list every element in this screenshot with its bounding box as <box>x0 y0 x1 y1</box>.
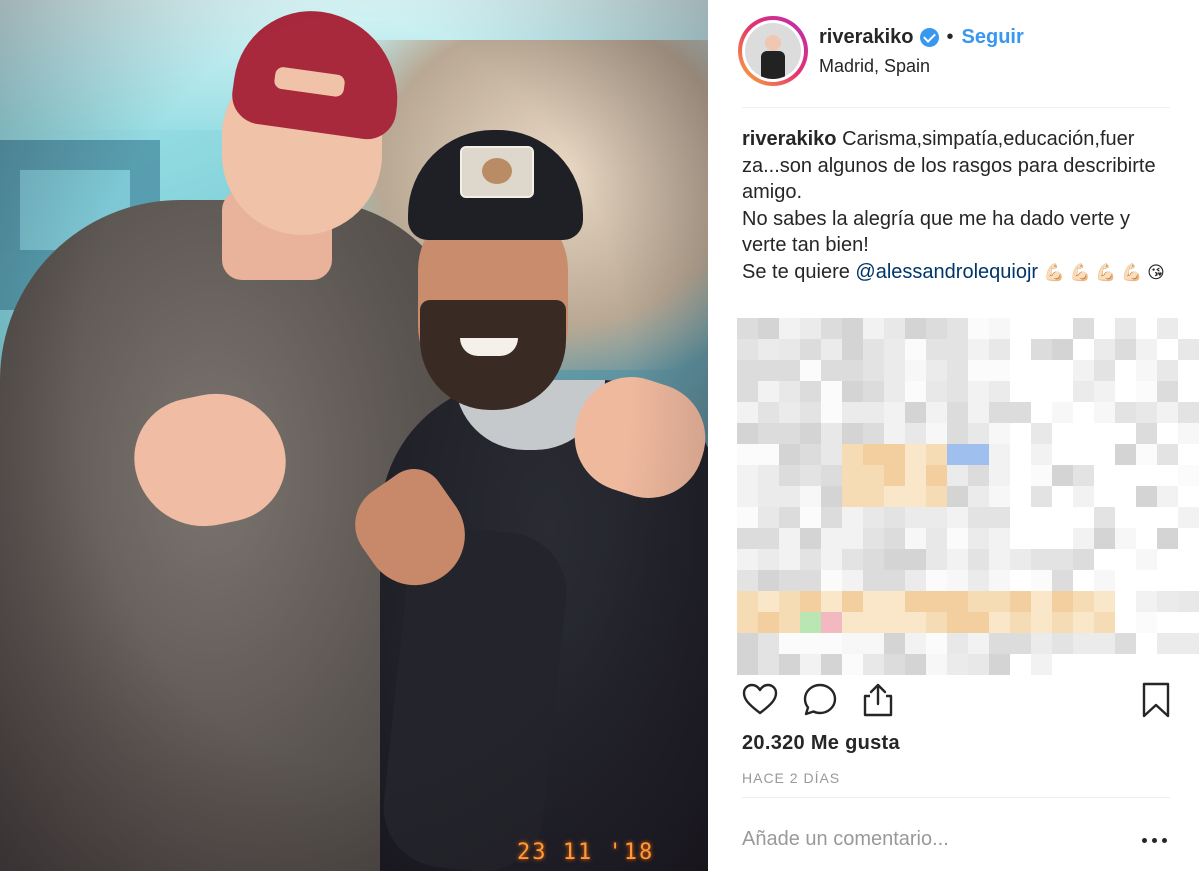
heart-icon[interactable] <box>742 682 778 718</box>
post-header: riverakiko • Seguir Madrid, Spain <box>738 16 1168 88</box>
avatar-image <box>745 23 801 79</box>
header-user-row: riverakiko • Seguir <box>819 26 1024 49</box>
comment-divider <box>742 797 1170 798</box>
pixelated-comments <box>737 318 1200 676</box>
separator-dot: • <box>946 26 954 48</box>
follow-button[interactable]: Seguir <box>962 26 1024 49</box>
caption-emojis: 💪🏻 💪🏻 💪🏻 💪🏻 😘 <box>1043 262 1165 282</box>
photo-vignette <box>0 0 708 871</box>
verified-badge-icon <box>919 28 939 47</box>
post-caption: riverakiko Carisma,simpatía,educación,fu… <box>742 126 1172 286</box>
share-icon[interactable] <box>860 682 896 718</box>
caption-username[interactable]: riverakiko <box>742 128 837 150</box>
caption-text-3: Se te quiere <box>742 260 856 283</box>
comment-icon[interactable] <box>802 682 838 718</box>
comment-input[interactable] <box>742 820 1122 858</box>
username-link[interactable]: riverakiko <box>819 26 914 49</box>
post-sidebar: riverakiko • Seguir Madrid, Spain rivera… <box>708 0 1200 871</box>
action-bar <box>742 682 1174 722</box>
more-options-icon[interactable] <box>1142 830 1168 850</box>
photo-datestamp: 23 11 '18 <box>517 840 655 865</box>
post-timestamp[interactable]: HACE 2 DÍAS <box>742 770 840 786</box>
avatar[interactable] <box>738 16 808 86</box>
caption-mention[interactable]: @alessandrolequiojr <box>855 261 1038 283</box>
caption-text-2: No sabes la alegría que me ha dado verte… <box>742 207 1131 257</box>
bookmark-icon[interactable] <box>1138 682 1174 718</box>
likes-count[interactable]: 20.320 Me gusta <box>742 732 900 755</box>
post-photo[interactable]: 23 11 '18 <box>0 0 708 871</box>
location-link[interactable]: Madrid, Spain <box>819 56 930 77</box>
header-divider <box>742 107 1170 108</box>
